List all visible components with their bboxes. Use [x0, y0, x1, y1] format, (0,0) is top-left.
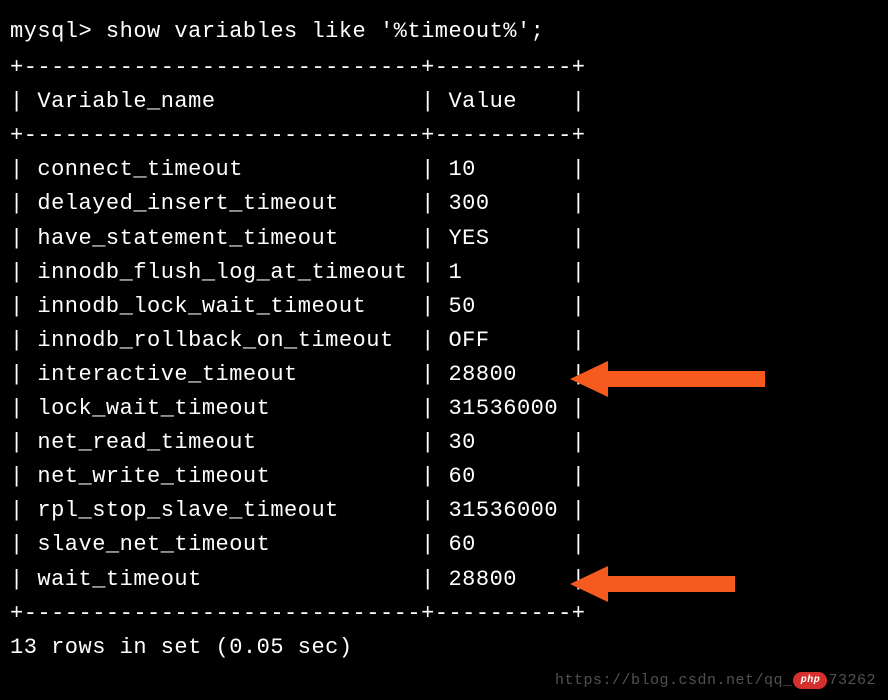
- watermark-url-prefix: https://blog.csdn.net/qq_: [555, 669, 793, 692]
- table-header: | Variable_name | Value |: [10, 85, 878, 119]
- table-row: | net_write_timeout | 60 |: [10, 460, 878, 494]
- table-row: | connect_timeout | 10 |: [10, 153, 878, 187]
- table-border-top: +-----------------------------+---------…: [10, 51, 878, 85]
- table-row: | have_statement_timeout | YES |: [10, 222, 878, 256]
- table-border-mid: +-----------------------------+---------…: [10, 119, 878, 153]
- mysql-prompt: mysql> show variables like '%timeout%';: [10, 15, 878, 49]
- table-row: | innodb_lock_wait_timeout | 50 |: [10, 290, 878, 324]
- watermark: https://blog.csdn.net/qq_ php 73262: [555, 669, 876, 692]
- php-badge-icon: php: [793, 672, 827, 689]
- table-row: | wait_timeout | 28800 |: [10, 563, 878, 597]
- table-row: | delayed_insert_timeout | 300 |: [10, 187, 878, 221]
- table-row: | net_read_timeout | 30 |: [10, 426, 878, 460]
- watermark-url-suffix: 73262: [828, 669, 876, 692]
- table-row: | innodb_rollback_on_timeout | OFF |: [10, 324, 878, 358]
- table-row: | rpl_stop_slave_timeout | 31536000 |: [10, 494, 878, 528]
- table-body: | connect_timeout | 10 || delayed_insert…: [10, 153, 878, 596]
- table-border-bottom: +-----------------------------+---------…: [10, 597, 878, 631]
- result-summary: 13 rows in set (0.05 sec): [10, 631, 878, 665]
- table-row: | lock_wait_timeout | 31536000 |: [10, 392, 878, 426]
- table-row: | slave_net_timeout | 60 |: [10, 528, 878, 562]
- table-row: | interactive_timeout | 28800 |: [10, 358, 878, 392]
- table-row: | innodb_flush_log_at_timeout | 1 |: [10, 256, 878, 290]
